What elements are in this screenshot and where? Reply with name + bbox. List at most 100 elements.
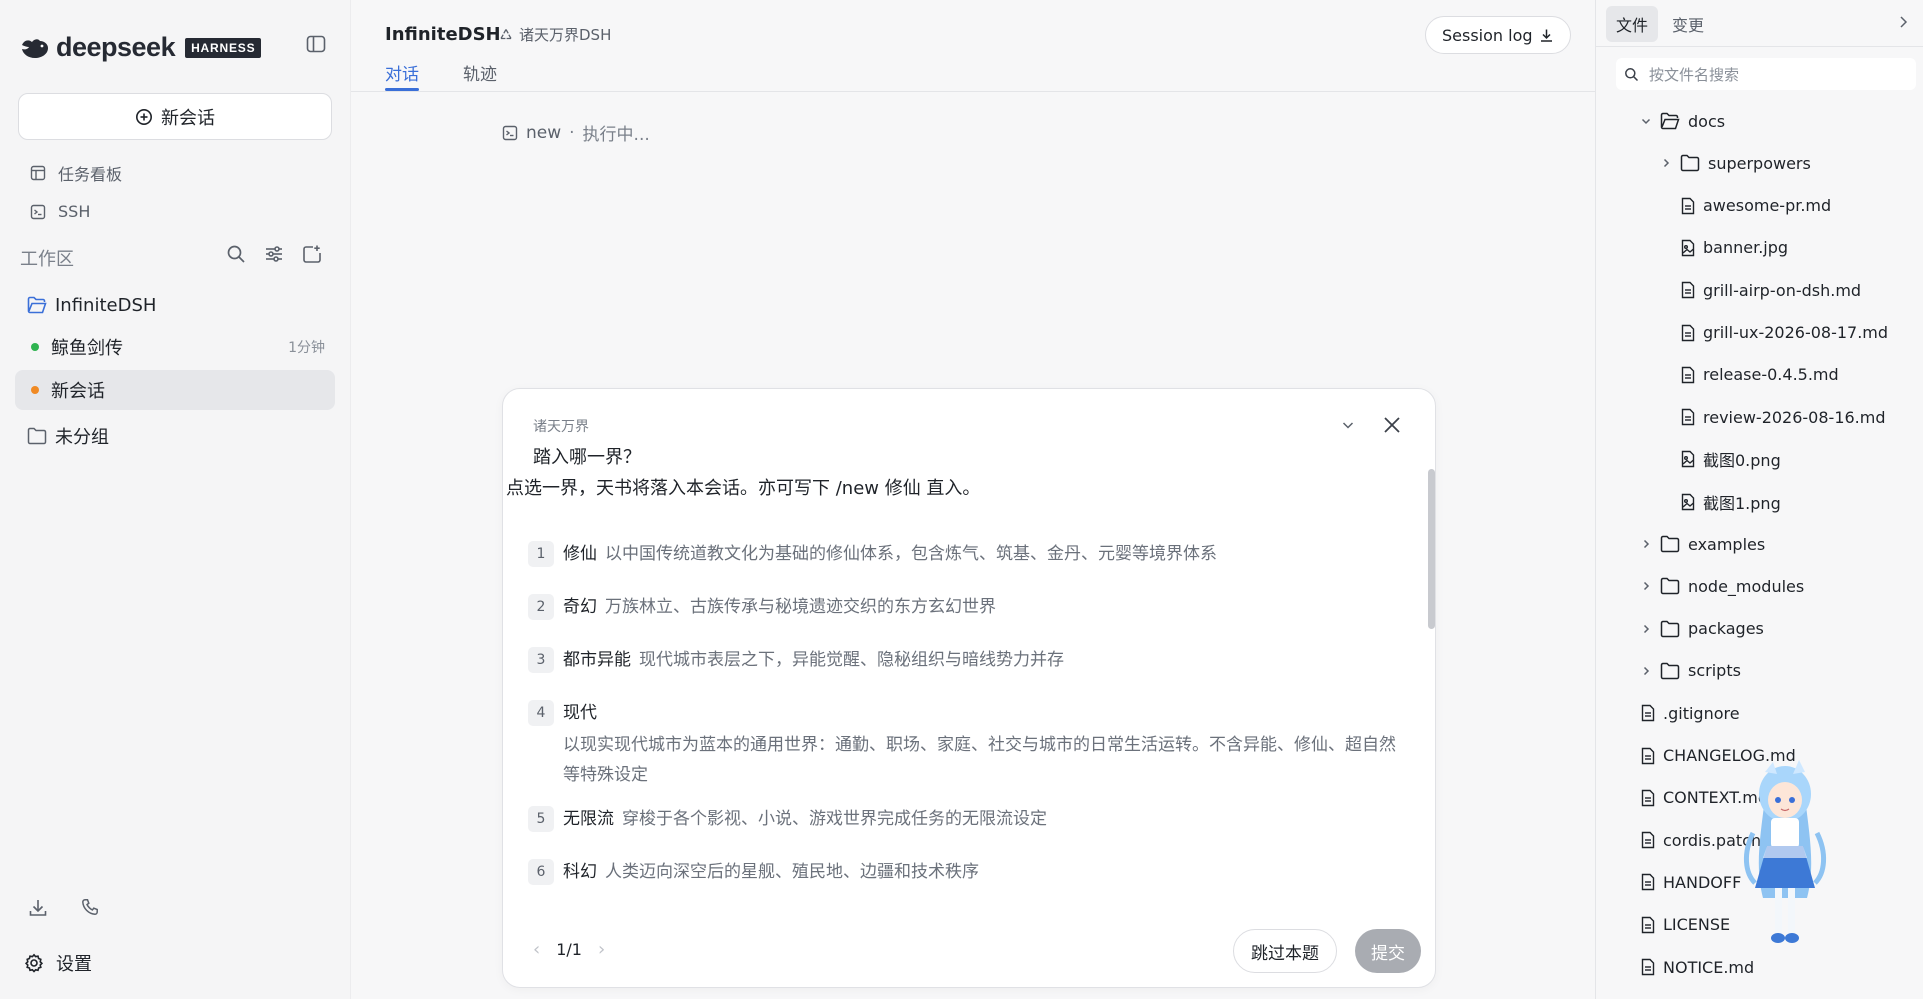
close-icon[interactable]	[1381, 414, 1403, 436]
file-name: packages	[1688, 619, 1764, 639]
card-scrollbar[interactable]	[1428, 469, 1435, 629]
option-item[interactable]: 4 现代 以现实现代城市为蓝本的通用世界：通勤、职场、家庭、社交与城市的日常生活运…	[528, 700, 1408, 790]
option-desc: 现代城市表层之下，异能觉醒、隐秘组织与暗线势力并存	[639, 650, 1064, 670]
file-tree-row[interactable]: grill-airp-on-dsh.md	[1681, 275, 1861, 305]
status-text: 执行中...	[582, 125, 650, 145]
file-icon	[1641, 747, 1655, 765]
session-log-button[interactable]: Session log	[1425, 16, 1571, 54]
card-header: 诸天万界	[533, 419, 589, 435]
file-tree-row[interactable]: .gitignore	[1641, 698, 1740, 728]
file-name: superpowers	[1708, 153, 1811, 173]
recycle-icon	[499, 28, 513, 42]
tab-files[interactable]: 文件	[1606, 6, 1659, 42]
file-name: awesome-pr.md	[1703, 196, 1832, 216]
option-item[interactable]: 2 奇幻 万族林立、古族传承与秘境遗迹交织的东方玄幻世界	[528, 594, 1408, 620]
submit-button[interactable]: 提交	[1355, 929, 1421, 973]
option-item[interactable]: 6 科幻 人类迈向深空后的星舰、殖民地、边疆和技术秩序	[528, 859, 1408, 885]
file-tree-row[interactable]: packages	[1640, 614, 1764, 644]
settings-label: 设置	[56, 954, 92, 975]
session-log-label: Session log	[1442, 25, 1533, 45]
option-item[interactable]: 3 都市异能 现代城市表层之下，异能觉醒、隐秘组织与暗线势力并存	[528, 647, 1408, 673]
new-folder-icon[interactable]	[302, 244, 322, 264]
status-dot-icon	[31, 343, 39, 351]
left-sidebar: deepseek HARNESS 新会话 任务看板 SSH 工作区 Infini…	[0, 0, 351, 999]
option-number: 2	[528, 594, 554, 620]
chevron-down-icon[interactable]	[1340, 417, 1356, 433]
file-name: scripts	[1688, 661, 1741, 681]
header-divider	[351, 91, 1595, 92]
file-tree-row[interactable]: awesome-pr.md	[1681, 191, 1831, 221]
chevron-down-icon[interactable]	[1640, 115, 1652, 127]
option-number: 6	[528, 859, 554, 885]
workspace-label: 工作区	[20, 249, 74, 270]
file-icon	[1641, 831, 1655, 849]
chevron-right-icon[interactable]	[1896, 14, 1910, 30]
image-file-icon	[1681, 450, 1695, 468]
logo-word: deepseek	[56, 32, 176, 62]
file-name: HANDOFF	[1663, 872, 1742, 892]
phone-icon[interactable]	[81, 898, 99, 916]
card-hint: 点选一界，天书将落入本会话。亦可写下 /new 修仙 直入。	[506, 478, 981, 499]
nav-item-task-board[interactable]: 任务看板	[30, 161, 122, 185]
option-desc: 以中国传统道教文化为基础的修仙体系，包含炼气、筑基、金丹、元婴等境界体系	[605, 544, 1217, 564]
chevron-right-icon[interactable]	[1640, 665, 1652, 677]
session-item-new-chat[interactable]: 新会话	[15, 370, 335, 410]
kanban-icon	[30, 165, 46, 181]
file-tree-row[interactable]: scripts	[1640, 656, 1741, 686]
chevron-right-icon[interactable]	[1640, 623, 1652, 635]
file-tree-row[interactable]: review-2026-08-16.md	[1681, 402, 1886, 432]
file-tree-row[interactable]: docs	[1640, 106, 1725, 136]
option-number: 3	[528, 647, 554, 673]
option-item[interactable]: 1 修仙 以中国传统道教文化为基础的修仙体系，包含炼气、筑基、金丹、元婴等境界体系	[528, 541, 1408, 567]
file-tree-row[interactable]: release-0.4.5.md	[1681, 360, 1839, 390]
tab-changes[interactable]: 变更	[1662, 6, 1714, 42]
new-chat-button[interactable]: 新会话	[18, 93, 332, 140]
file-name: grill-airp-on-dsh.md	[1703, 280, 1862, 300]
file-tree-row[interactable]: examples	[1640, 529, 1765, 559]
status-separator: ·	[569, 122, 575, 143]
folder-icon	[1660, 535, 1680, 553]
chevron-right-icon[interactable]	[1660, 157, 1672, 169]
chevron-right-icon[interactable]	[1640, 538, 1652, 550]
file-tree-row[interactable]: LICENSE	[1641, 910, 1730, 940]
file-name: NOTICE.md	[1663, 957, 1755, 977]
option-item[interactable]: 5 无限流 穿梭于各个影视、小说、游戏世界完成任务的无限流设定	[528, 806, 1408, 832]
file-tree-row[interactable]: node_modules	[1640, 571, 1804, 601]
file-tree-row[interactable]: superpowers	[1660, 148, 1811, 178]
file-icon	[1641, 704, 1655, 722]
file-tree-row[interactable]: 截图1.png	[1681, 487, 1781, 517]
option-number: 5	[528, 806, 554, 832]
file-tree-row[interactable]: HANDOFF	[1641, 867, 1741, 897]
status-dot-icon	[31, 386, 39, 394]
nav-item-ssh[interactable]: SSH	[30, 202, 90, 221]
file-search-input[interactable]: 按文件名搜索	[1616, 58, 1916, 90]
file-icon	[1641, 789, 1655, 807]
file-name: examples	[1688, 534, 1766, 554]
tab-trajectory[interactable]: 轨迹	[463, 60, 497, 85]
filter-sliders-icon[interactable]	[264, 244, 284, 264]
file-tree-row[interactable]: banner.jpg	[1681, 233, 1788, 263]
workspace-folder-infinitedsh[interactable]: InfiniteDSH	[15, 285, 335, 325]
chevron-right-icon[interactable]	[1640, 580, 1652, 592]
folder-icon	[1660, 577, 1680, 595]
skip-button[interactable]: 跳过本题	[1233, 929, 1337, 973]
group-ungrouped[interactable]: 未分组	[15, 416, 335, 456]
option-name: 都市异能	[563, 650, 631, 670]
option-number: 4	[528, 700, 554, 726]
panel-divider	[1596, 46, 1923, 47]
image-file-icon	[1681, 239, 1695, 257]
sidebar-toggle-icon[interactable]	[305, 33, 327, 55]
image-file-icon	[1681, 493, 1695, 511]
subtitle-text: 诸天万界DSH	[519, 26, 612, 44]
settings-button[interactable]: 设置	[24, 950, 92, 976]
chevron-right-icon[interactable]: ›	[598, 939, 605, 960]
tab-chat[interactable]: 对话	[385, 60, 419, 85]
session-item-whale-sword[interactable]: 鲸鱼剑传 1分钟	[15, 327, 335, 367]
search-icon[interactable]	[226, 244, 246, 264]
option-desc: 以现实现代城市为蓝本的通用世界：通勤、职场、家庭、社交与城市的日常生活运转。不含…	[563, 735, 1396, 785]
download-icon[interactable]	[28, 898, 48, 918]
chevron-left-icon[interactable]: ‹	[533, 939, 540, 960]
file-tree-row[interactable]: grill-ux-2026-08-17.md	[1681, 318, 1888, 348]
file-icon	[1681, 281, 1695, 299]
file-tree-row[interactable]: 截图0.png	[1681, 444, 1781, 474]
